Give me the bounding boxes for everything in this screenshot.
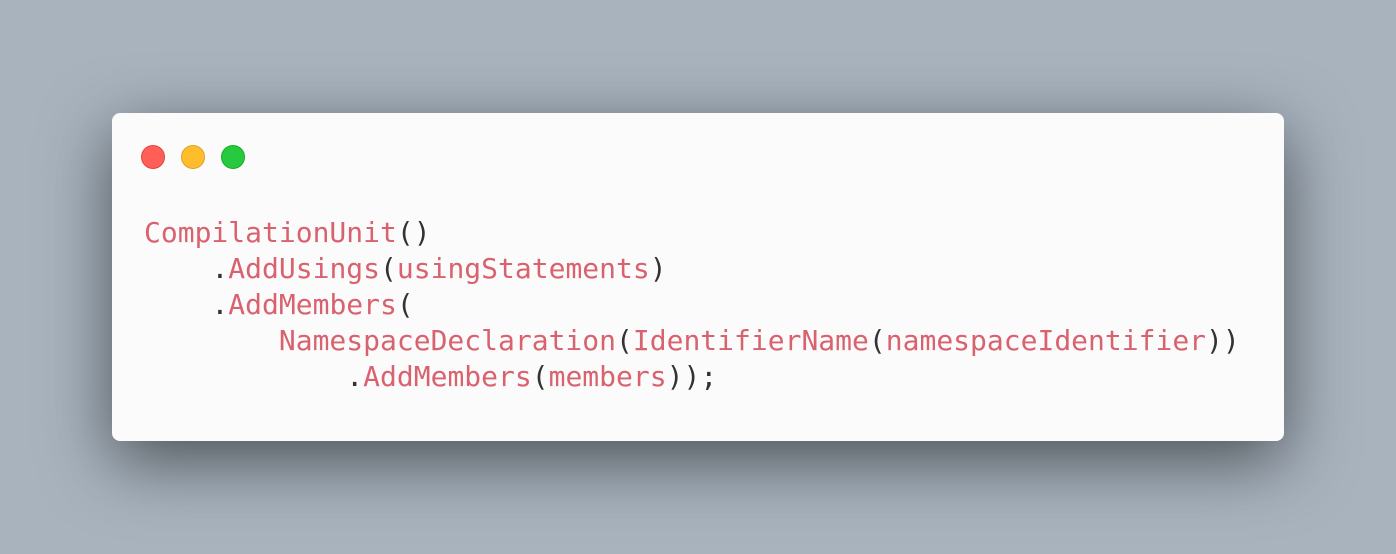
code-block: CompilationUnit() .AddUsings(usingStatem… [144,215,1240,395]
window-controls [141,145,245,169]
code-token-punc: ( [380,252,397,285]
code-line: CompilationUnit() [144,215,1240,251]
code-token-arg: namespaceIdentifier [885,324,1207,357]
code-token-punc: ( [531,360,549,393]
code-token-punc: . [211,252,229,285]
code-token-fn: AddMembers [363,360,532,393]
code-token-fn: AddUsings [228,252,381,285]
code-line: .AddMembers( [144,287,1240,323]
code-token-fn: CompilationUnit [144,216,397,249]
code-line: .AddMembers(members)); [144,359,1240,395]
code-token-punc: ( [616,324,633,357]
code-token-arg: members [548,360,667,393]
code-token-punc: ) [649,252,667,285]
code-token-punc: )); [666,360,718,393]
code-line: .AddUsings(usingStatements) [144,251,1240,287]
code-token-fn: AddMembers [228,288,397,321]
code-token-fn: NamespaceDeclaration [278,324,617,357]
code-token-arg: usingStatements [396,252,650,285]
close-button[interactable] [141,145,165,169]
code-token-fn: IdentifierName [632,324,869,357]
code-window: CompilationUnit() .AddUsings(usingStatem… [112,113,1284,441]
code-token-punc: ( [868,324,886,357]
code-token-punc: . [346,360,364,393]
maximize-button[interactable] [221,145,245,169]
code-token-punc: () [396,216,431,249]
code-token-punc: . [211,288,229,321]
code-token-punc: ( [396,288,414,321]
code-token-punc: )) [1206,324,1240,357]
minimize-button[interactable] [181,145,205,169]
code-line: NamespaceDeclaration(IdentifierName(name… [144,323,1240,359]
